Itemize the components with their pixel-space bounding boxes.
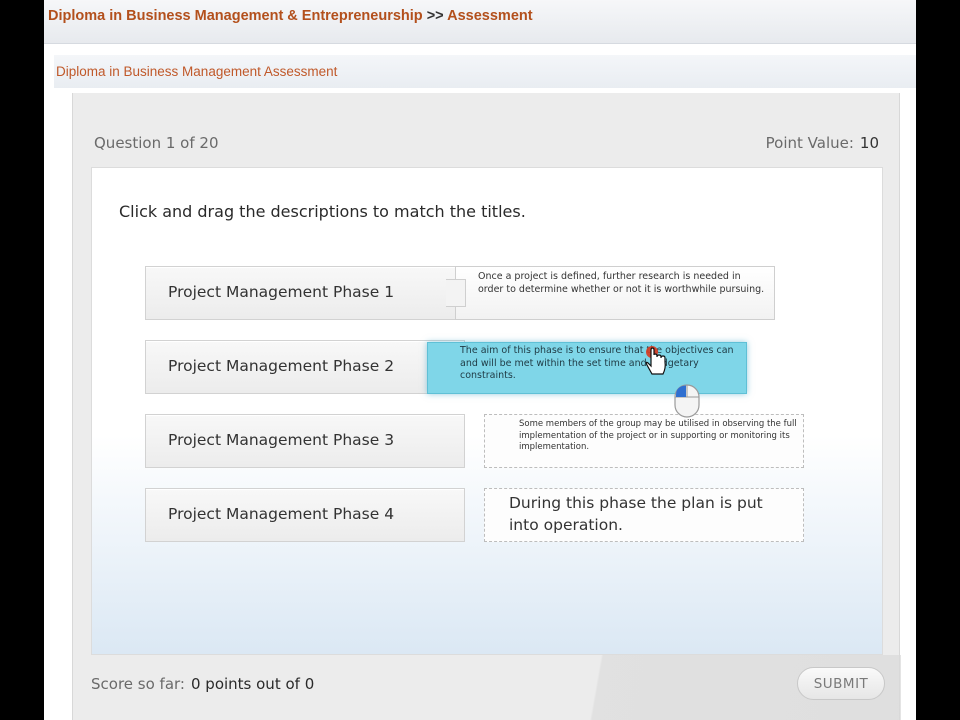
question-counter: Question 1 of 20 [94, 134, 219, 152]
score-label: Score so far: [91, 675, 185, 693]
title-phase-4: Project Management Phase 4 [145, 488, 465, 542]
description-text-3: Some members of the group may be utilise… [519, 419, 797, 452]
breadcrumb-current-link[interactable]: Assessment [447, 8, 532, 24]
score-value: 0 points out of 0 [190, 675, 315, 693]
title-phase-2-label: Project Management Phase 2 [168, 357, 395, 375]
description-card-4[interactable]: During this phase the plan is put into o… [484, 488, 804, 542]
score-so-far: Score so far: 0 points out of 0 [91, 675, 314, 693]
submit-button[interactable]: SUBMIT [797, 667, 885, 700]
quiz-stage: Question 1 of 20 Point Value: 10 Click an… [72, 93, 901, 720]
breadcrumb: Diploma in Business Management & Entrepr… [48, 8, 533, 24]
breadcrumb-bar: Diploma in Business Management & Entrepr… [44, 0, 916, 44]
description-text-2: The aim of this phase is to ensure that … [460, 345, 734, 381]
description-text-1: Once a project is defined, further resea… [478, 271, 765, 295]
description-card-2-dragging[interactable]: The aim of this phase is to ensure that … [427, 342, 747, 394]
question-instructions: Click and drag the descriptions to match… [119, 202, 526, 221]
description-text-4: During this phase the plan is put into o… [509, 494, 763, 534]
title-phase-1-label: Project Management Phase 1 [168, 283, 395, 301]
title-phase-4-label: Project Management Phase 4 [168, 505, 395, 523]
assessment-title: Diploma in Business Management Assessmen… [56, 64, 338, 79]
assessment-header: Diploma in Business Management Assessmen… [54, 55, 916, 88]
breadcrumb-separator: >> [426, 8, 444, 24]
lms-window: Diploma in Business Management & Entrepr… [44, 0, 916, 720]
question-panel: Click and drag the descriptions to match… [91, 167, 883, 655]
point-value-number: 10 [859, 134, 879, 152]
description-card-1[interactable]: Once a project is defined, further resea… [446, 266, 775, 320]
title-phase-2: Project Management Phase 2 [145, 340, 465, 394]
point-value: Point Value: 10 [766, 134, 879, 152]
point-value-label: Point Value: [765, 134, 854, 152]
description-card-3[interactable]: Some members of the group may be utilise… [484, 414, 804, 468]
breadcrumb-course-link[interactable]: Diploma in Business Management & Entrepr… [48, 8, 423, 24]
title-phase-3-label: Project Management Phase 3 [168, 431, 395, 449]
title-phase-3: Project Management Phase 3 [145, 414, 465, 468]
title-phase-1: Project Management Phase 1 [145, 266, 465, 320]
